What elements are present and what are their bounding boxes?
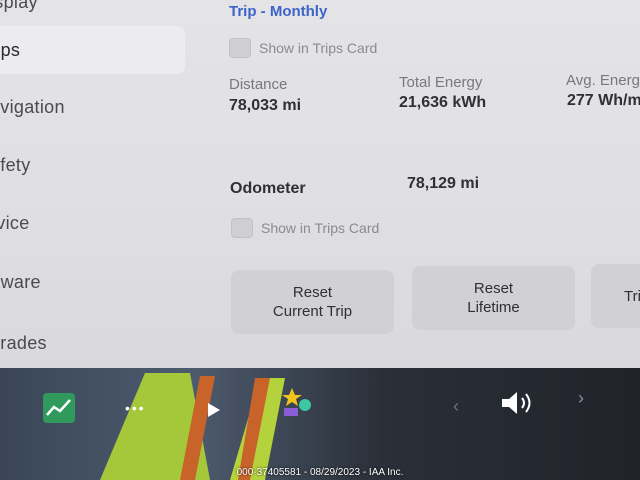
odometer-show-in-trips-card-checkbox[interactable] [231, 218, 253, 238]
avg-energy-value: 277 Wh/m [567, 92, 640, 109]
sidebar-item-label: grades [0, 332, 47, 353]
watermark: 000-37405581 - 08/29/2023 - IAA Inc. [236, 467, 404, 478]
settings-screen: isplay rips avigation afety rvice ftware… [0, 0, 640, 368]
bottom-dock: ••• ‹ › 000-37405581 - 08/29/2023 - IAA … [0, 368, 640, 480]
reset-current-trip-button[interactable]: Reset Current Trip [231, 270, 394, 334]
show-in-trips-card-row[interactable]: Show in Trips Card [229, 38, 377, 58]
sidebar-item-navigation[interactable]: avigation [0, 83, 185, 131]
show-in-trips-card-label: Show in Trips Card [259, 40, 378, 56]
distance-label: Distance [229, 76, 288, 93]
play-icon[interactable] [207, 402, 221, 423]
reset-lifetime-button[interactable]: Reset Lifetime [412, 266, 575, 330]
sidebar-item-label: rvice [0, 212, 30, 233]
stocks-icon[interactable] [43, 393, 75, 423]
odometer-show-in-trips-card-row[interactable]: Show in Trips Card [231, 218, 379, 238]
sidebar-item-software[interactable]: ftware [0, 258, 185, 306]
sidebar-item-label: avigation [0, 96, 65, 117]
total-energy-value: 21,636 kWh [399, 94, 487, 111]
sidebar-item-safety[interactable]: afety [0, 141, 185, 189]
avg-energy-label: Avg. Energ [566, 72, 640, 89]
distance-value: 78,033 mi [229, 97, 302, 114]
toybox-icon[interactable] [280, 386, 314, 423]
trip-title: Trip - Monthly [229, 3, 328, 20]
more-dots-icon[interactable]: ••• [125, 400, 146, 416]
sidebar-item-label: ftware [0, 271, 41, 292]
background-photo-vest [100, 373, 285, 480]
sidebar-item-label: rips [0, 39, 21, 60]
trips-partial-button[interactable]: Tri [591, 264, 640, 328]
chevron-left-icon[interactable]: ‹ [453, 396, 459, 417]
sidebar-item-trips[interactable]: rips [0, 26, 185, 74]
trips-partial-label: Tri [624, 287, 640, 305]
odometer-label: Odometer [230, 180, 306, 197]
odometer-show-in-trips-card-label: Show in Trips Card [261, 220, 380, 236]
sidebar-item-label: afety [0, 154, 31, 175]
sidebar-item-label: isplay [0, 0, 38, 12]
sidebar-item-upgrades[interactable]: grades [0, 319, 185, 367]
volume-icon[interactable] [500, 388, 540, 423]
reset-lifetime-line1: Reset [473, 280, 514, 297]
chevron-right-icon[interactable]: › [578, 388, 584, 409]
sidebar-item-display[interactable]: isplay [0, 0, 185, 26]
reset-current-trip-line1: Reset [292, 284, 333, 301]
odometer-value: 78,129 mi [407, 175, 480, 192]
total-energy-label: Total Energy [399, 74, 483, 91]
reset-current-trip-line2: Current Trip [272, 303, 353, 320]
show-in-trips-card-checkbox[interactable] [229, 38, 251, 58]
reset-lifetime-line2: Lifetime [467, 299, 520, 316]
sidebar-item-service[interactable]: rvice [0, 199, 185, 247]
trips-panel: Trip - Monthly Show in Trips Card Distan… [210, 0, 640, 368]
settings-sidebar: isplay rips avigation afety rvice ftware… [0, 0, 210, 368]
